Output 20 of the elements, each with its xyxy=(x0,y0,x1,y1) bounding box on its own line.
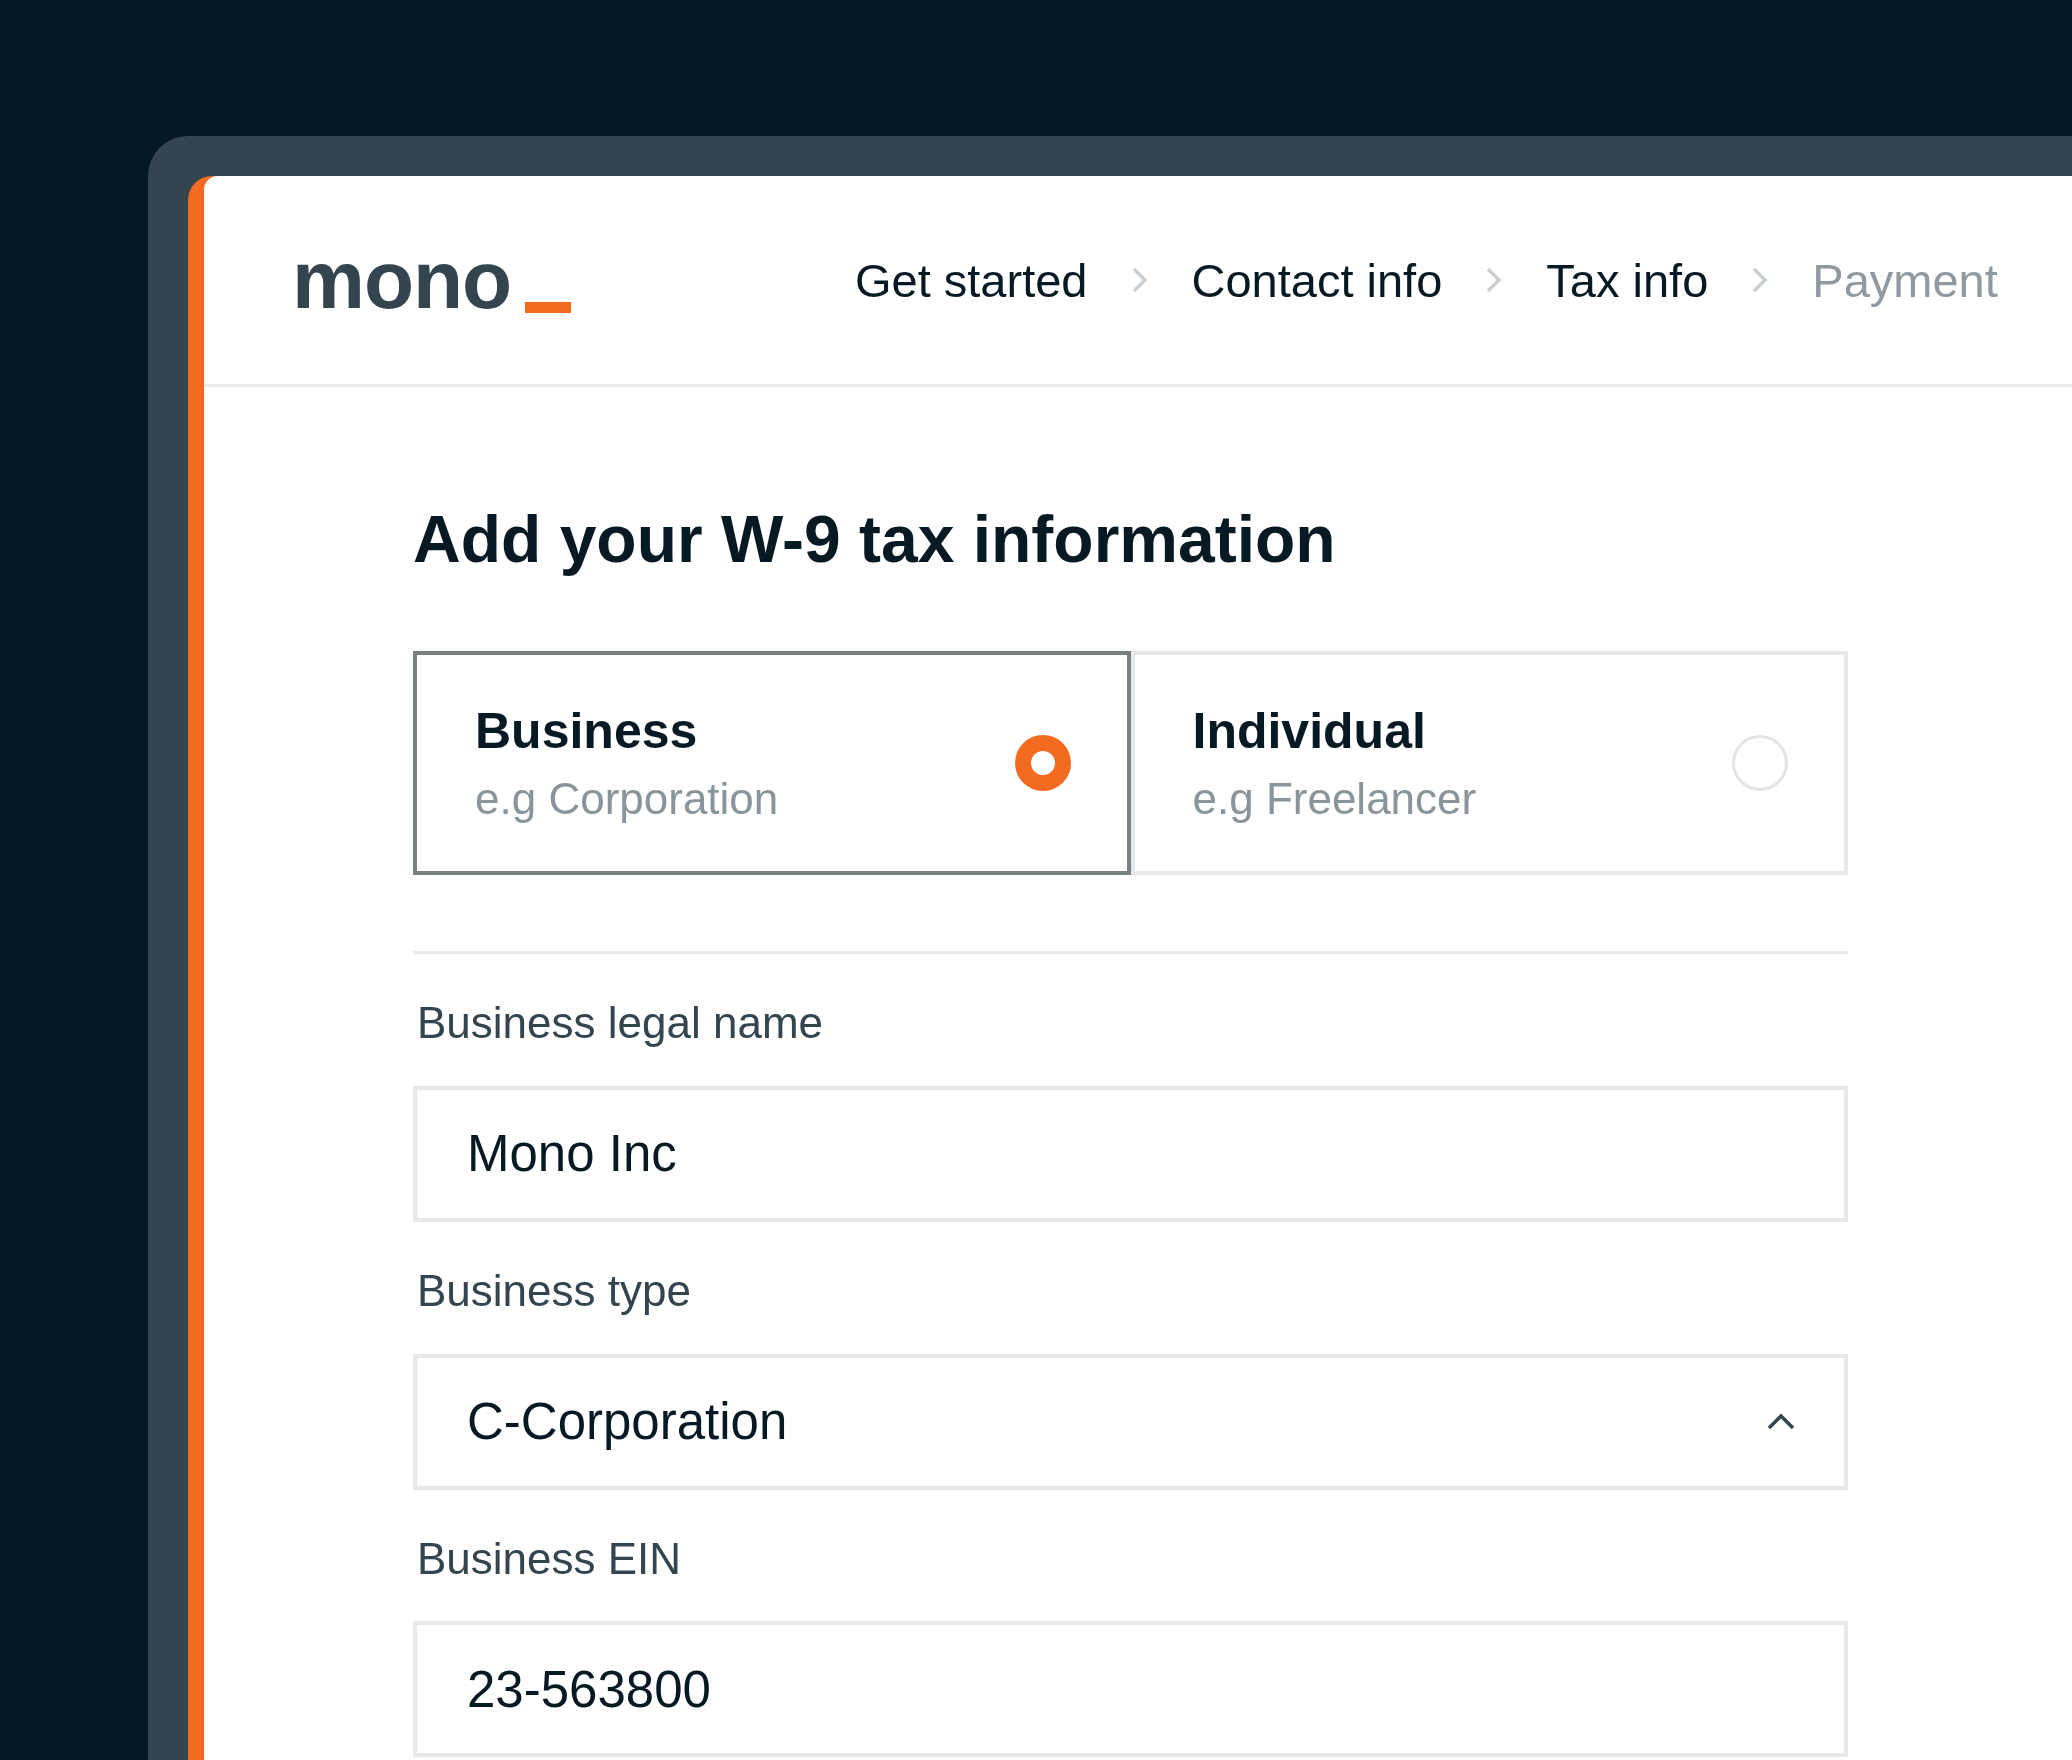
option-card[interactable]: Business e.g Corporation xyxy=(413,651,1131,875)
step-link[interactable]: Tax info xyxy=(1546,252,1709,308)
logo-text: mono xyxy=(292,239,512,321)
logo-underscore-icon xyxy=(525,302,572,313)
dropdown-value: C-Corporation xyxy=(467,1392,788,1452)
option-card[interactable]: Individual e.g Freelancer xyxy=(1130,651,1848,875)
input-field[interactable]: Mono Inc xyxy=(413,1085,1848,1222)
page-heading: Add your W-9 tax information xyxy=(413,501,1337,577)
dropdown[interactable]: C-Corporation xyxy=(413,1353,1848,1490)
option-hint: e.g Corporation xyxy=(475,774,779,824)
field-label: Business EIN xyxy=(417,1532,682,1585)
field-label: Business type xyxy=(417,1264,691,1317)
step-link[interactable]: Contact info xyxy=(1191,252,1443,308)
option-hint: e.g Freelancer xyxy=(1192,774,1477,824)
step-link[interactable]: Get started xyxy=(855,252,1088,308)
input-field[interactable]: 23-563800 xyxy=(413,1621,1848,1758)
chevron-up-icon xyxy=(1766,1411,1796,1432)
option-title: Business xyxy=(475,702,699,760)
option-title: Individual xyxy=(1192,702,1427,760)
field-label: Business legal name xyxy=(417,997,823,1049)
